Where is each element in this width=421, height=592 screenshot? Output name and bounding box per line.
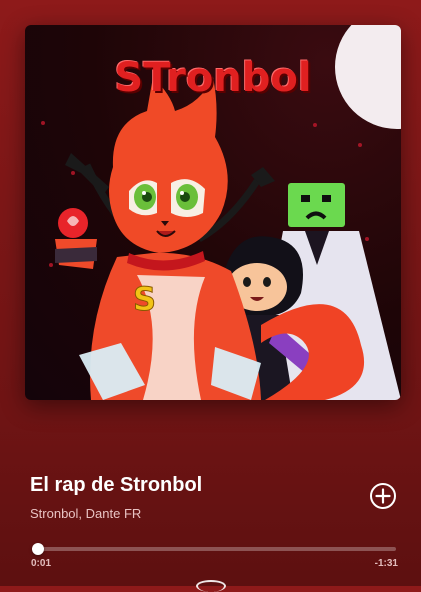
elapsed-time: 0:01 [31, 558, 52, 569]
fox-head [109, 77, 228, 253]
track-title[interactable]: El rap de Stronbol [30, 474, 202, 497]
creeper-head [288, 183, 345, 227]
cover-title-text: STronbol [114, 55, 312, 101]
progress-scrubber-handle[interactable] [32, 543, 44, 555]
plus-circle-icon [370, 483, 396, 509]
play-button-partial[interactable] [196, 580, 226, 592]
add-to-library-button[interactable] [369, 482, 397, 510]
playback-progress-bar[interactable] [32, 543, 396, 555]
progress-track[interactable] [38, 547, 396, 551]
svg-text:S: S [133, 280, 156, 318]
remaining-time: -1:31 [374, 558, 398, 569]
track-artists[interactable]: Stronbol, Dante FR [30, 506, 141, 521]
album-cover: S STronbol [25, 25, 401, 400]
